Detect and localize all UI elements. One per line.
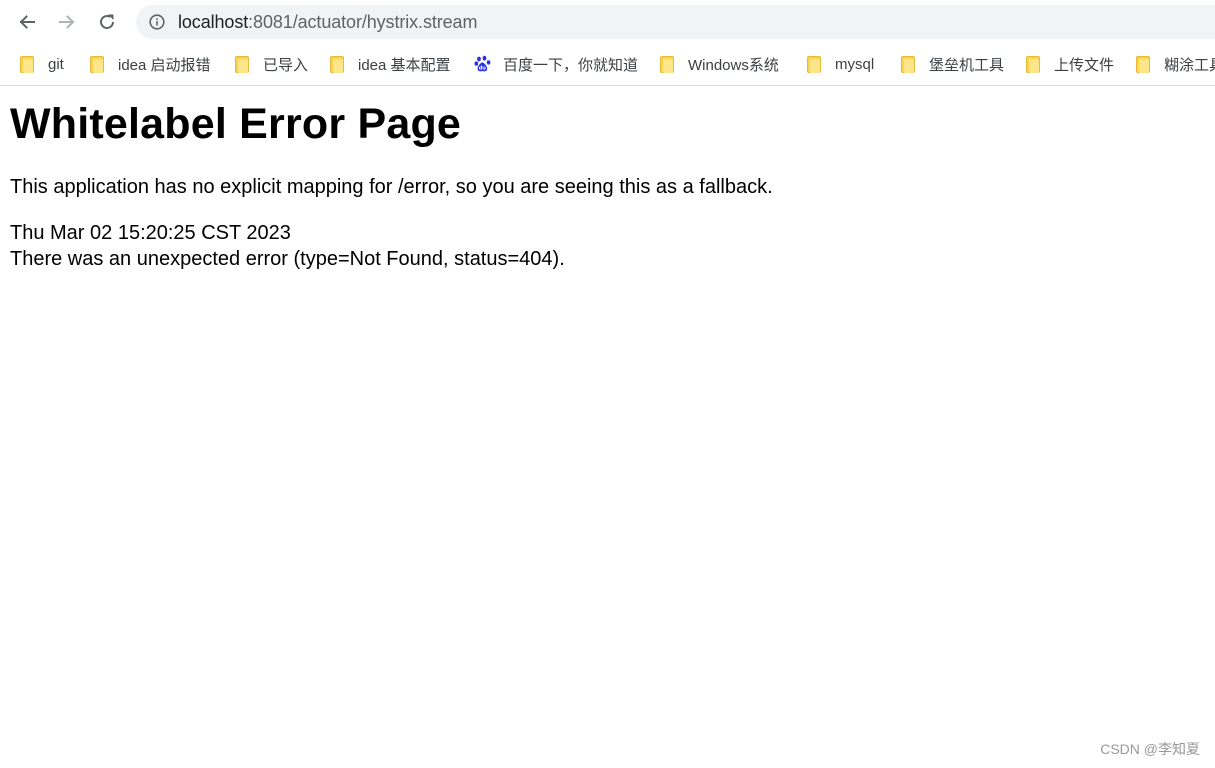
bookmarks-bar: git idea 启动报错 已导入 idea 基本配置 du 百度一下，你就知道… xyxy=(0,44,1215,86)
browser-toolbar: localhost:8081/actuator/hystrix.stream xyxy=(0,0,1215,44)
bookmark-label: idea 启动报错 xyxy=(118,56,211,74)
error-timestamp: Thu Mar 02 15:20:25 CST 2023 xyxy=(10,222,291,244)
bookmark-label: 已导入 xyxy=(263,56,309,74)
forward-arrow-icon xyxy=(59,15,75,29)
folder-icon xyxy=(901,55,915,73)
error-status: There was an unexpected error (type=Not … xyxy=(10,248,565,270)
folder-icon xyxy=(235,55,249,73)
reload-icon xyxy=(100,14,114,29)
bookmark-label: mysql xyxy=(835,55,875,73)
error-page-content: Whitelabel Error Page This application h… xyxy=(10,86,1205,272)
folder-icon xyxy=(1026,55,1040,73)
folder-icon xyxy=(660,55,674,73)
bookmark-idea-startup-error[interactable]: idea 启动报错 xyxy=(90,53,211,75)
info-icon[interactable] xyxy=(149,14,165,30)
bookmark-git[interactable]: git xyxy=(20,53,64,75)
bookmark-hutool[interactable]: 糊涂工具 xyxy=(1136,53,1215,75)
folder-icon xyxy=(807,55,821,73)
bookmark-upload-file[interactable]: 上传文件 xyxy=(1026,53,1114,75)
bookmark-label: 上传文件 xyxy=(1054,56,1115,74)
address-bar[interactable]: localhost:8081/actuator/hystrix.stream xyxy=(136,5,1215,39)
bookmark-label: Windows系统 xyxy=(688,56,779,74)
bookmark-label: 堡垒机工具 xyxy=(929,56,1005,74)
bookmark-label: 糊涂工具 xyxy=(1164,56,1215,74)
folder-icon xyxy=(90,55,104,73)
back-button[interactable] xyxy=(12,7,42,37)
folder-icon xyxy=(330,55,344,73)
baidu-paw-icon: du xyxy=(474,55,491,72)
page-title: Whitelabel Error Page xyxy=(10,100,462,148)
forward-button[interactable] xyxy=(52,7,82,37)
bookmark-imported[interactable]: 已导入 xyxy=(235,53,308,75)
back-arrow-icon xyxy=(19,15,35,29)
folder-icon xyxy=(1136,55,1150,73)
bookmark-label: idea 基本配置 xyxy=(358,56,451,74)
error-message: This application has no explicit mapping… xyxy=(10,176,773,198)
url-host: localhost xyxy=(178,11,249,32)
bookmark-windows-system[interactable]: Windows系统 xyxy=(660,53,779,75)
bookmark-baidu[interactable]: du 百度一下，你就知道 xyxy=(474,53,638,75)
reload-button[interactable] xyxy=(92,7,122,37)
bookmark-mysql[interactable]: mysql xyxy=(807,53,874,75)
svg-text:du: du xyxy=(479,66,487,72)
bookmark-label: git xyxy=(48,55,64,73)
url-path: :8081/actuator/hystrix.stream xyxy=(248,11,478,32)
watermark: CSDN @李知夏 xyxy=(1100,741,1200,757)
error-detail: Thu Mar 02 15:20:25 CST 2023 There was a… xyxy=(10,220,1205,272)
folder-icon xyxy=(20,55,34,73)
url-text[interactable]: localhost:8081/actuator/hystrix.stream xyxy=(178,12,477,33)
bookmark-bastion-tools[interactable]: 堡垒机工具 xyxy=(901,53,1004,75)
bookmark-idea-basic-config[interactable]: idea 基本配置 xyxy=(330,53,451,75)
bookmark-label: 百度一下，你就知道 xyxy=(503,56,639,74)
